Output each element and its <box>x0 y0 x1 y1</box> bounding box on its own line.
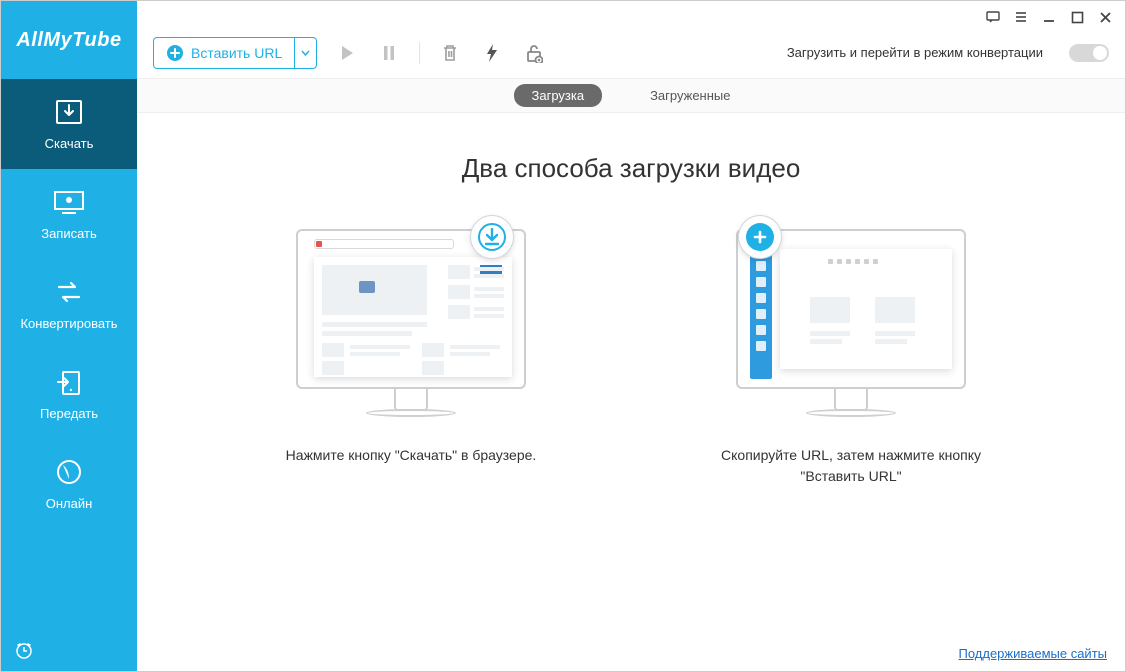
tab-strip: Загрузка Загруженные <box>137 79 1125 113</box>
method-caption: Нажмите кнопку "Скачать" в браузере. <box>286 445 537 466</box>
record-icon <box>52 188 86 216</box>
paste-url-dropdown[interactable] <box>294 38 316 68</box>
tab-downloading[interactable]: Загрузка <box>514 84 603 107</box>
content-area: Два способа загрузки видео <box>137 113 1125 671</box>
download-badge-icon <box>470 215 514 259</box>
unlock-button[interactable] <box>522 41 546 65</box>
scheduler-button[interactable] <box>1 631 137 671</box>
window-controls <box>137 1 1125 27</box>
sidebar-item-record[interactable]: Записать <box>1 169 137 259</box>
sidebar-item-label: Скачать <box>45 136 94 151</box>
paste-url-label: Вставить URL <box>191 45 282 61</box>
method-paste-url: Скопируйте URL, затем нажмите кнопку "Вс… <box>711 229 991 487</box>
turbo-button[interactable] <box>480 41 504 65</box>
method-caption: Скопируйте URL, затем нажмите кнопку "Вс… <box>711 445 991 487</box>
paste-url-button[interactable]: Вставить URL <box>153 37 317 69</box>
play-button[interactable] <box>335 41 359 65</box>
tab-downloaded[interactable]: Загруженные <box>632 84 748 107</box>
minimize-icon[interactable] <box>1041 9 1057 25</box>
page-headline: Два способа загрузки видео <box>462 153 801 184</box>
plus-badge-icon <box>738 215 782 259</box>
sidebar-item-convert[interactable]: Конвертировать <box>1 259 137 349</box>
plus-circle-icon <box>166 44 184 62</box>
sidebar-item-transfer[interactable]: Передать <box>1 349 137 439</box>
globe-icon <box>52 458 86 486</box>
close-icon[interactable] <box>1097 9 1113 25</box>
convert-mode-toggle[interactable] <box>1069 44 1109 62</box>
sidebar-item-online[interactable]: Онлайн <box>1 439 137 529</box>
sidebar-menu: Скачать Записать Конве <box>1 79 137 529</box>
convert-mode-label: Загрузить и перейти в режим конвертации <box>787 45 1043 60</box>
toolbar: Вставить URL Загру <box>137 27 1125 79</box>
supported-sites-link[interactable]: Поддерживаемые сайты <box>958 646 1107 661</box>
sidebar-item-label: Конвертировать <box>20 316 117 331</box>
menu-icon[interactable] <box>1013 9 1029 25</box>
chevron-down-icon <box>301 50 310 56</box>
main-area: Вставить URL Загру <box>137 1 1125 671</box>
sidebar: AllMyTube Скачать <box>1 1 137 671</box>
sidebar-item-label: Онлайн <box>46 496 93 511</box>
download-icon <box>52 98 86 126</box>
maximize-icon[interactable] <box>1069 9 1085 25</box>
feedback-icon[interactable] <box>985 9 1001 25</box>
monitor-illustration <box>736 229 966 417</box>
transfer-icon <box>52 368 86 396</box>
sidebar-item-label: Записать <box>41 226 97 241</box>
convert-icon <box>52 278 86 306</box>
sidebar-item-label: Передать <box>40 406 98 421</box>
monitor-illustration <box>296 229 526 417</box>
pause-button[interactable] <box>377 41 401 65</box>
separator <box>419 42 420 64</box>
trash-button[interactable] <box>438 41 462 65</box>
method-browser: Нажмите кнопку "Скачать" в браузере. <box>271 229 551 487</box>
sidebar-item-download[interactable]: Скачать <box>1 79 137 169</box>
app-logo: AllMyTube <box>1 1 137 79</box>
